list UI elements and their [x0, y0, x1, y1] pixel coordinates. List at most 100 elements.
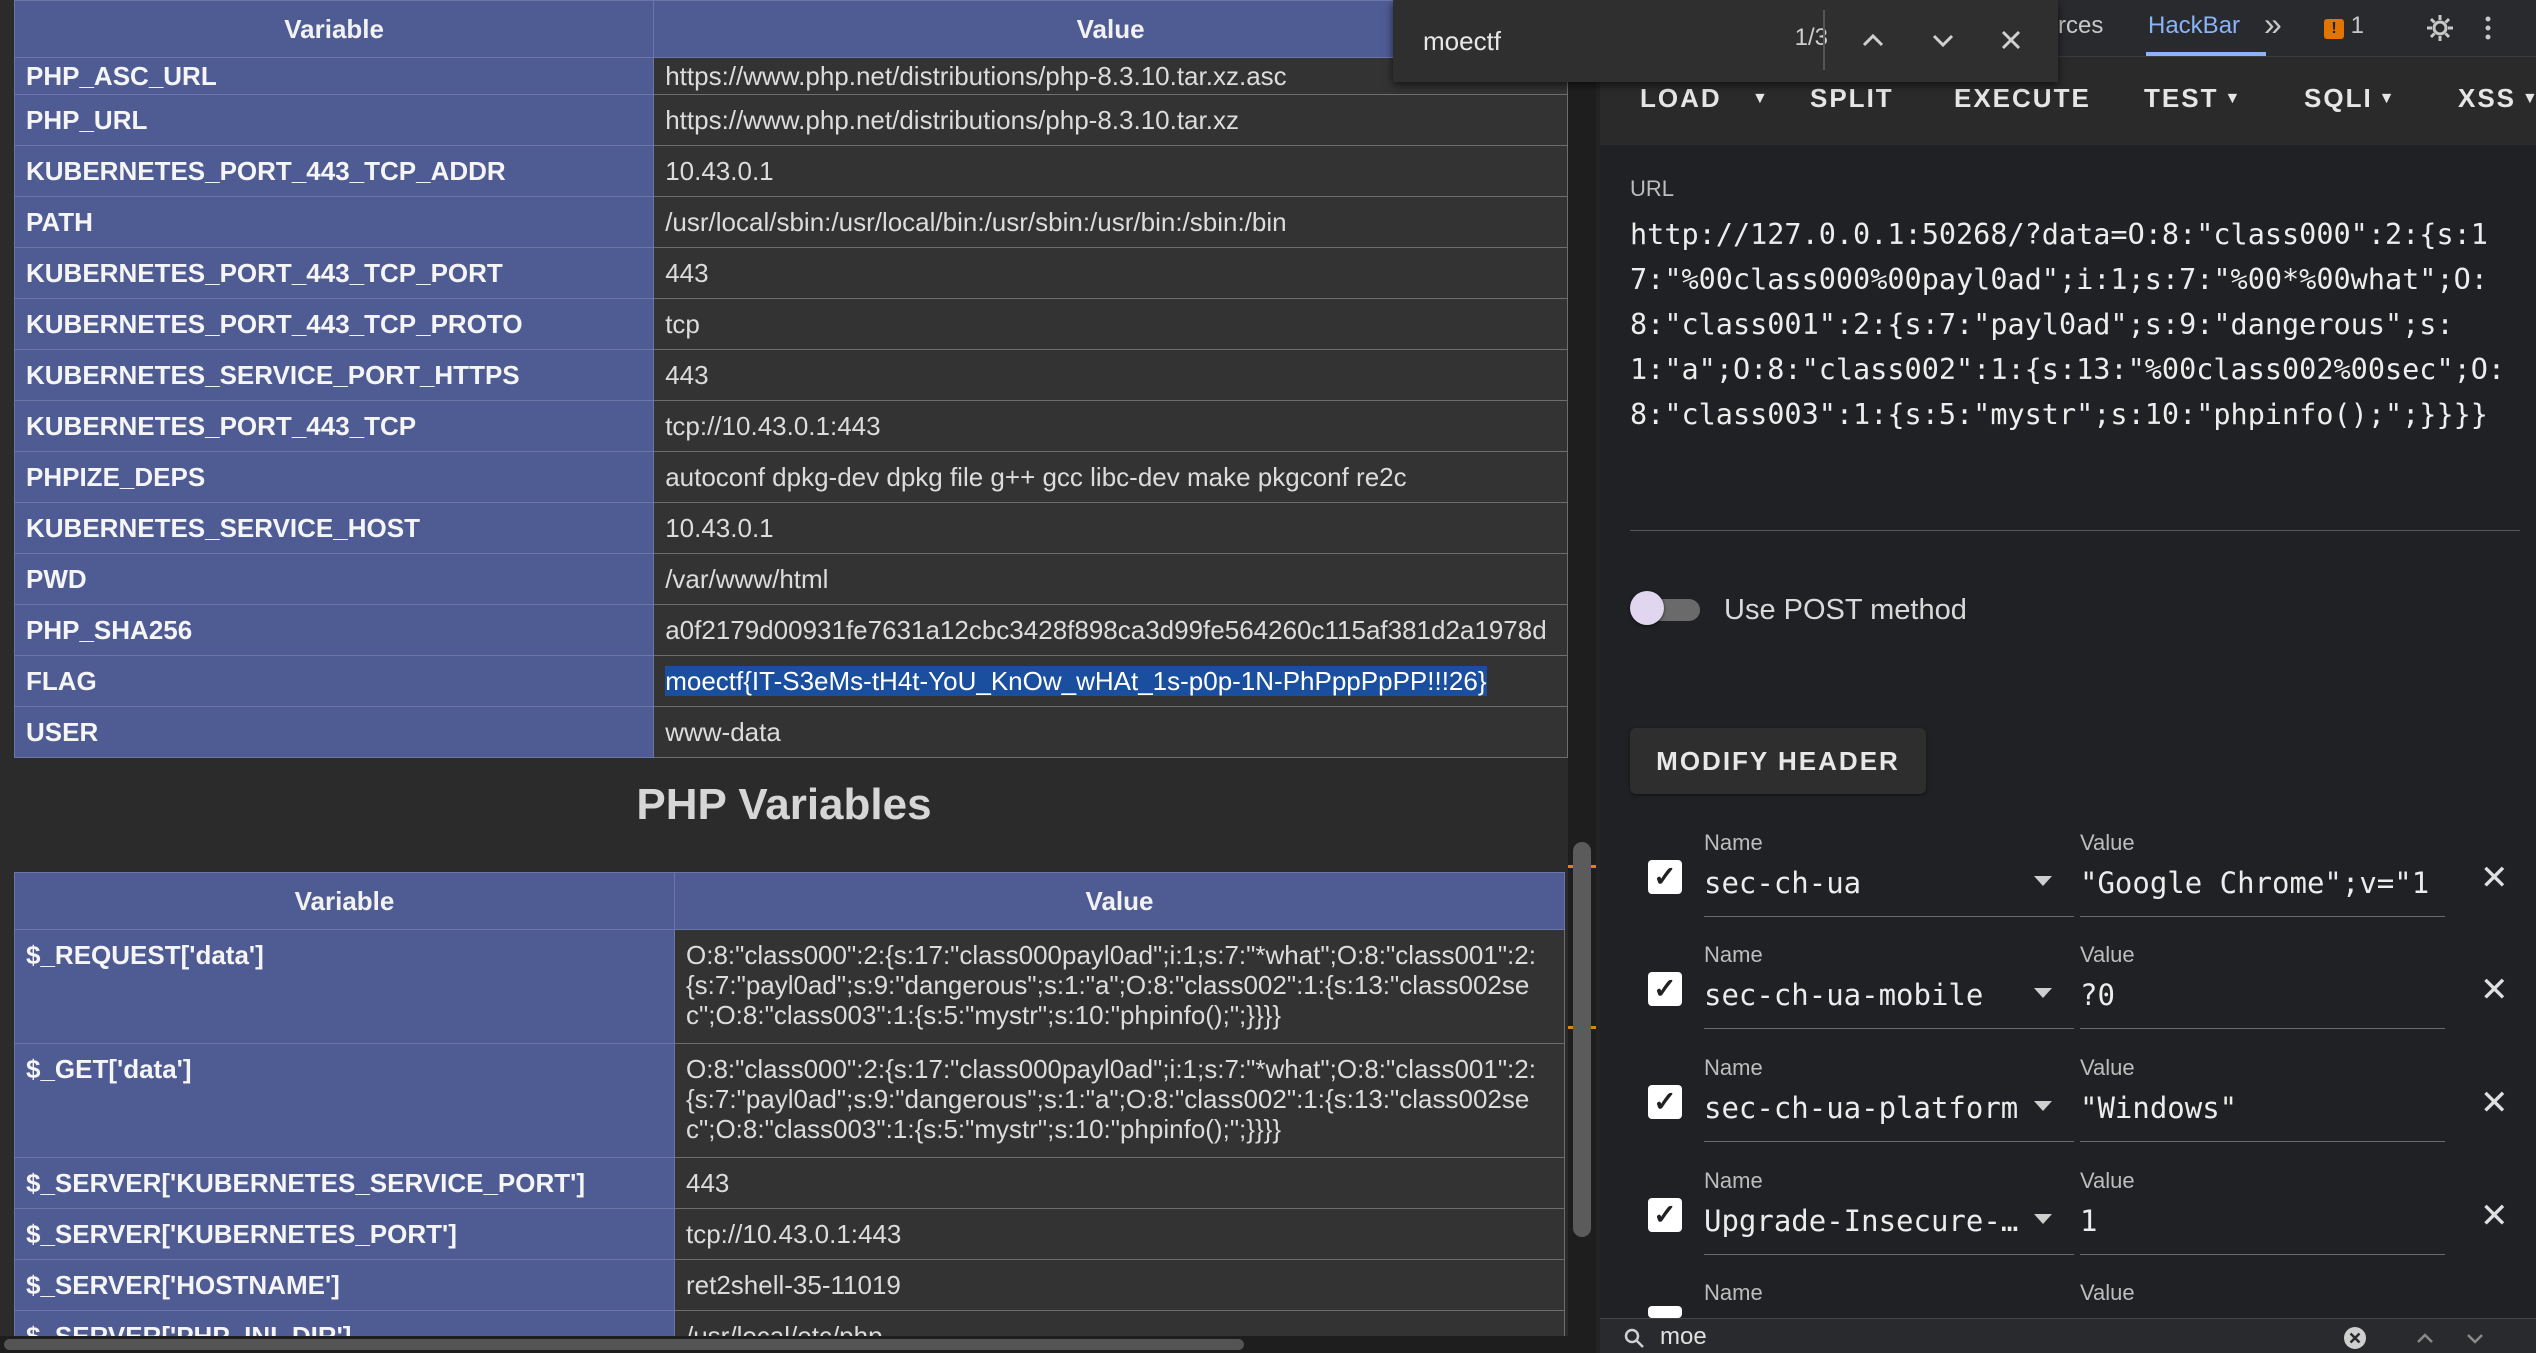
env-key: USER — [13, 706, 655, 758]
table-row: KUBERNETES_SERVICE_HOST 10.43.0.1 — [13, 502, 1568, 554]
close-icon[interactable]: ✕ — [2480, 1083, 2509, 1123]
php-key: $_GET['data'] — [14, 1043, 675, 1158]
chevron-down-icon[interactable] — [2034, 1101, 2052, 1111]
underline — [2080, 916, 2445, 917]
xss-menu-button[interactable]: XSS ▼ — [2458, 83, 2536, 114]
chevron-down-icon[interactable] — [2034, 988, 2052, 998]
chevron-down-icon[interactable] — [2034, 1214, 2052, 1224]
underline — [2080, 1254, 2445, 1255]
find-in-page-bar: 1/3 — [1393, 0, 2058, 82]
find-match-count: 1/3 — [1794, 24, 1828, 51]
page-vertical-scrollbar[interactable] — [1568, 0, 1596, 1353]
header-row: ✓ Name Value sec-ch-ua-platform "Windows… — [1600, 1045, 2536, 1157]
header-value-input[interactable]: ?0 — [2080, 978, 2460, 1028]
test-menu-button[interactable]: TEST ▼ — [2144, 83, 2242, 114]
more-tabs-icon[interactable]: » — [2264, 6, 2282, 43]
tab-hackbar[interactable]: HackBar — [2148, 12, 2240, 40]
php-variables-table: Variable Value $_REQUEST['data'] O:8:"cl… — [14, 872, 1565, 1353]
split-button[interactable]: SPLIT — [1810, 83, 1894, 114]
env-key: KUBERNETES_PORT_443_TCP_PORT — [13, 247, 655, 299]
chevron-down-icon[interactable] — [2462, 1325, 2488, 1351]
env-value: autoconf dpkg-dev dpkg file g++ gcc libc… — [653, 451, 1568, 503]
close-icon[interactable]: ✕ — [2480, 970, 2509, 1010]
env-key: PHPIZE_DEPS — [13, 451, 655, 503]
php-key: $_SERVER['HOSTNAME'] — [14, 1259, 675, 1311]
find-input[interactable] — [1421, 20, 1725, 62]
scrollbar-thumb[interactable] — [4, 1339, 1244, 1350]
env-key: KUBERNETES_PORT_443_TCP — [13, 400, 655, 452]
header-value-input[interactable]: "Google Chrome";v="1 — [2080, 866, 2460, 916]
underline — [1704, 916, 2074, 917]
tab-sources[interactable]: rces — [2058, 12, 2103, 40]
close-icon[interactable]: ✕ — [2480, 1196, 2509, 1236]
env-value: www-data — [653, 706, 1568, 758]
modify-header-button[interactable]: MODIFY HEADER — [1630, 728, 1926, 794]
chevron-up-icon[interactable] — [2412, 1325, 2438, 1351]
scrollbar-thumb[interactable] — [1573, 842, 1591, 1237]
search-icon — [1624, 1328, 1644, 1348]
table-row: PWD/var/www/html — [13, 553, 1568, 605]
chevron-down-icon[interactable] — [1923, 20, 1963, 60]
name-label: Name — [1704, 1280, 1763, 1305]
url-label: URL — [1630, 176, 1675, 201]
env-key: PHP_URL — [13, 94, 655, 146]
find-highlight: moectf{IT-S3eMs-tH4t-YoU_KnOw_wHAt_1s-p0… — [665, 665, 1487, 696]
toggle-knob — [1630, 591, 1664, 625]
env-value: https://www.php.net/distributions/php-8.… — [653, 94, 1568, 146]
table-row: PHPIZE_DEPS autoconf dpkg-dev dpkg file g… — [13, 451, 1568, 503]
header-enabled-checkbox[interactable]: ✓ — [1648, 860, 1682, 894]
header-name-select[interactable]: sec-ch-ua-platform — [1704, 1091, 2024, 1141]
chevron-down-icon: ▼ — [2378, 90, 2397, 107]
underline — [2080, 1028, 2445, 1029]
close-icon[interactable]: ✕ — [2480, 858, 2509, 898]
header-value-input[interactable]: 1 — [2080, 1204, 2460, 1254]
header-enabled-checkbox[interactable]: ✓ — [1648, 972, 1682, 1006]
env-value: 10.43.0.1 — [653, 502, 1568, 554]
value-label: Value — [2080, 1168, 2135, 1193]
env-value: tcp://10.43.0.1:443 — [653, 400, 1568, 452]
env-key: KUBERNETES_PORT_443_TCP_ADDR — [13, 145, 655, 197]
name-label: Name — [1704, 942, 1763, 967]
close-icon[interactable] — [1991, 20, 2031, 60]
table-row: PHP_URL https://www.php.net/distributions… — [13, 94, 1568, 146]
more-vert-icon[interactable] — [2478, 12, 2498, 44]
underline — [1704, 1254, 2074, 1255]
php-header-value: Value — [674, 872, 1565, 930]
header-name-select[interactable]: Upgrade-Insecure-Requests — [1704, 1204, 2024, 1254]
underline — [2080, 1141, 2445, 1142]
value-label: Value — [2080, 830, 2135, 855]
table-row: $_REQUEST['data'] O:8:"class000":2:{s:17… — [14, 929, 1565, 1044]
header-row: ✓ Name Value Upgrade-Insecure-Requests 1… — [1600, 1158, 2536, 1270]
chevron-down-icon[interactable] — [2034, 876, 2052, 886]
name-label: Name — [1704, 830, 1763, 855]
issues-badge[interactable]: ! 1 — [2324, 12, 2364, 40]
post-method-toggle[interactable] — [1630, 591, 1700, 625]
load-dropdown-icon[interactable]: ▼ — [1752, 90, 1770, 108]
header-enabled-checkbox[interactable]: ✓ — [1648, 1085, 1682, 1119]
search-input[interactable]: moe — [1660, 1323, 1707, 1351]
table-row: KUBERNETES_SERVICE_PORT_HTTPS 443 — [13, 349, 1568, 401]
sqli-menu-button[interactable]: SQLI ▼ — [2304, 83, 2397, 114]
value-label: Value — [2080, 1280, 2135, 1305]
header-name-select[interactable]: sec-ch-ua — [1704, 866, 2024, 916]
flag-value[interactable]: moectf{IT-S3eMs-tH4t-YoU_KnOw_wHAt_1s-p0… — [653, 655, 1568, 707]
load-button[interactable]: LOAD — [1640, 83, 1722, 114]
issue-warning-icon: ! — [2324, 19, 2344, 39]
table-row: $_SERVER['KUBERNETES_PORT'] tcp://10.43.0… — [14, 1208, 1565, 1260]
header-enabled-checkbox[interactable]: ✓ — [1648, 1198, 1682, 1232]
chevron-up-icon[interactable] — [1853, 20, 1893, 60]
env-value: 443 — [653, 349, 1568, 401]
header-enabled-checkbox[interactable] — [1648, 1306, 1682, 1318]
env-value: 10.43.0.1 — [653, 145, 1568, 197]
execute-button[interactable]: EXECUTE — [1954, 83, 2091, 114]
name-label: Name — [1704, 1168, 1763, 1193]
header-value-input[interactable]: "Windows" — [2080, 1091, 2460, 1141]
gear-icon[interactable] — [2424, 12, 2456, 44]
header-row: ✓ Name Value sec-ch-ua-mobile ?0 ✕ — [1600, 932, 2536, 1044]
clear-search-icon[interactable] — [2342, 1325, 2368, 1351]
page-horizontal-scrollbar[interactable] — [0, 1336, 1596, 1353]
devtools-panel: rces HackBar » ! 1 LOAD ▼ SPLIT EXECUTE … — [1600, 0, 2536, 1353]
url-textarea[interactable]: http://127.0.0.1:50268/?data=O:8:"class0… — [1630, 212, 2530, 437]
header-name-select[interactable]: sec-ch-ua-mobile — [1704, 978, 2024, 1028]
php-key: $_REQUEST['data'] — [14, 929, 675, 1044]
